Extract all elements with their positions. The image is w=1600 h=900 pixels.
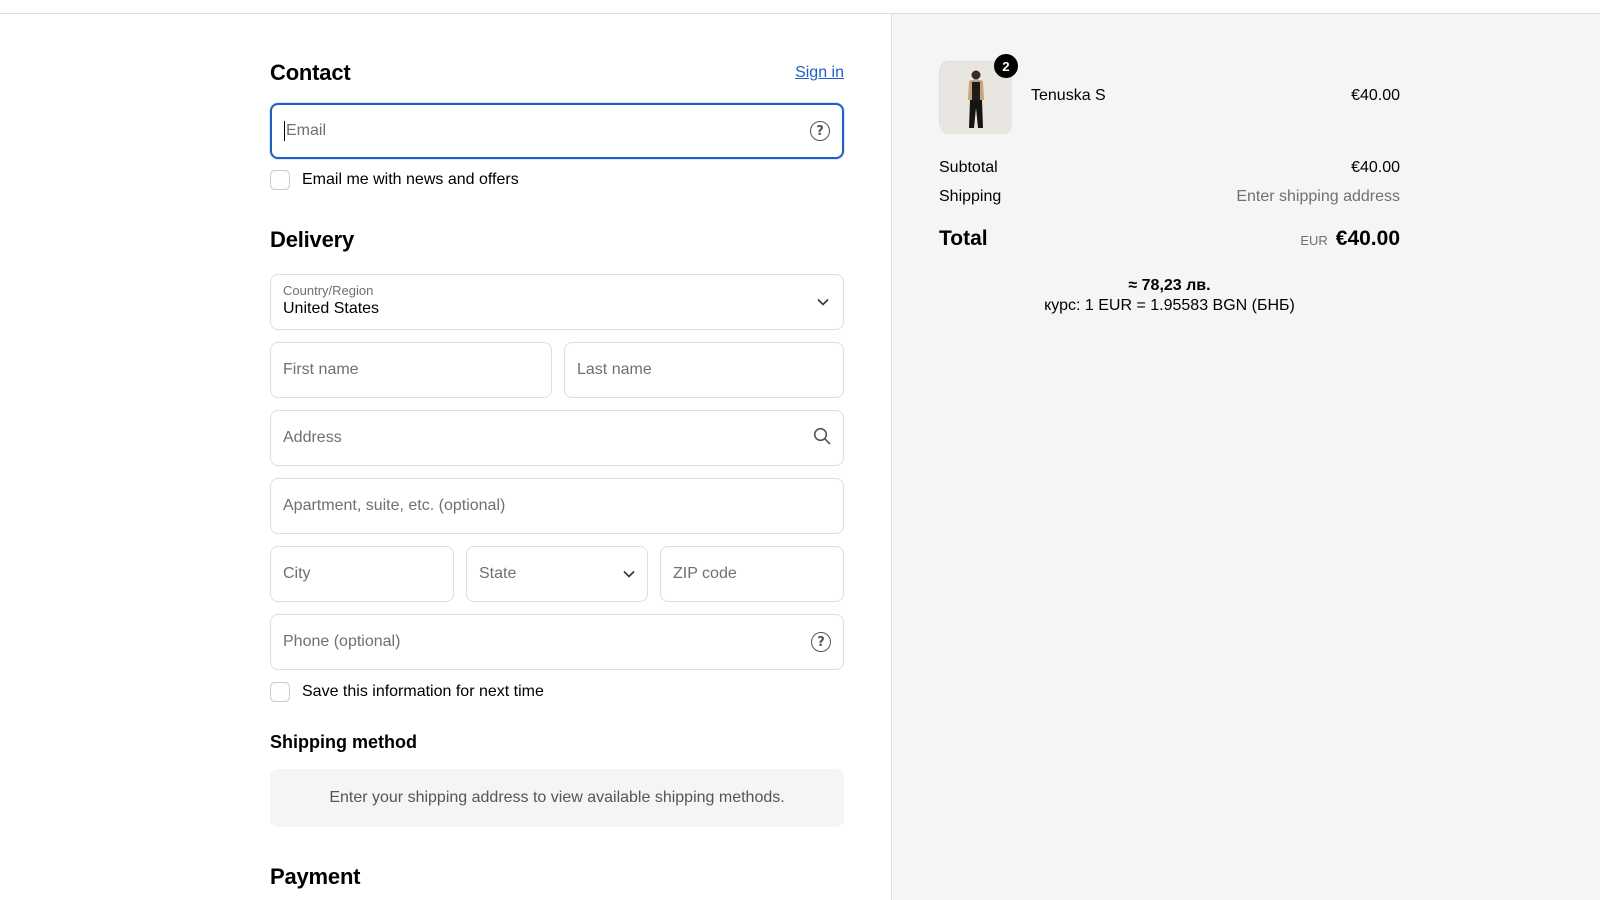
country-select[interactable]: Country/Region United States bbox=[270, 274, 844, 330]
last-name-field[interactable]: Last name bbox=[564, 342, 844, 398]
country-label: Country/Region bbox=[283, 283, 374, 298]
subtotal-label: Subtotal bbox=[939, 159, 998, 176]
save-info-checkbox[interactable] bbox=[270, 682, 290, 702]
city-field[interactable]: City bbox=[270, 546, 454, 602]
subtotal-value: €40.00 bbox=[1351, 159, 1400, 176]
shipping-method-notice: Enter your shipping address to view avai… bbox=[270, 769, 844, 827]
city-placeholder: City bbox=[283, 565, 311, 582]
newsletter-label: Email me with news and offers bbox=[302, 171, 519, 188]
save-info-checkbox-row[interactable]: Save this information for next time bbox=[270, 682, 544, 702]
shipping-value: Enter shipping address bbox=[1236, 188, 1400, 205]
zip-field[interactable]: ZIP code bbox=[660, 546, 844, 602]
quantity-badge: 2 bbox=[994, 54, 1018, 78]
first-name-placeholder: First name bbox=[283, 361, 359, 378]
country-value: United States bbox=[283, 300, 380, 317]
subtotal-row: Subtotal €40.00 bbox=[939, 159, 1400, 177]
delivery-title: Delivery bbox=[270, 227, 355, 252]
email-field[interactable]: Email ? bbox=[270, 103, 844, 159]
top-bar bbox=[0, 0, 1600, 14]
email-input[interactable]: Email bbox=[284, 121, 810, 141]
address-placeholder: Address bbox=[283, 429, 342, 446]
first-name-field[interactable]: First name bbox=[270, 342, 552, 398]
email-placeholder: Email bbox=[286, 122, 327, 140]
product-price: €40.00 bbox=[1351, 87, 1400, 104]
shipping-row: Shipping Enter shipping address bbox=[939, 188, 1400, 206]
exchange-rate: курс: 1 EUR = 1.95583 BGN (БНБ) bbox=[1044, 297, 1295, 314]
chevron-down-icon bbox=[817, 295, 829, 309]
total-label: Total bbox=[939, 227, 988, 250]
checkout-form-panel: Contact Sign in Email ? Email me with ne… bbox=[0, 14, 891, 900]
contact-header: Contact Sign in bbox=[270, 60, 844, 86]
save-info-label: Save this information for next time bbox=[302, 683, 544, 700]
phone-field[interactable]: Phone (optional) ? bbox=[270, 614, 844, 670]
shipping-method-notice-text: Enter your shipping address to view avai… bbox=[329, 789, 785, 806]
shipping-method-title: Shipping method bbox=[270, 732, 417, 752]
sign-in-link[interactable]: Sign in bbox=[795, 64, 844, 82]
address-field[interactable]: Address bbox=[270, 410, 844, 466]
contact-title: Contact bbox=[270, 60, 351, 85]
total-amount-group: EUR €40.00 bbox=[1300, 227, 1400, 251]
order-summary-panel: 2 Tenuska S €40.00 Subtotal €40.00 Shipp… bbox=[891, 14, 1600, 900]
newsletter-checkbox[interactable] bbox=[270, 170, 290, 190]
zip-placeholder: ZIP code bbox=[673, 565, 737, 582]
chevron-down-icon bbox=[623, 567, 635, 581]
currency-conversion: ≈ 78,23 лв. курс: 1 EUR = 1.95583 BGN (Б… bbox=[939, 277, 1400, 315]
product-thumbnail: 2 bbox=[939, 54, 1018, 134]
apartment-placeholder: Apartment, suite, etc. (optional) bbox=[283, 497, 506, 514]
approx-bgn: ≈ 78,23 лв. bbox=[1128, 277, 1211, 294]
state-placeholder: State bbox=[479, 565, 517, 582]
product-name: Tenuska S bbox=[1031, 87, 1106, 104]
help-circle-icon[interactable]: ? bbox=[811, 632, 831, 652]
phone-placeholder: Phone (optional) bbox=[283, 633, 401, 650]
apartment-field[interactable]: Apartment, suite, etc. (optional) bbox=[270, 478, 844, 534]
total-value: €40.00 bbox=[1335, 227, 1400, 250]
newsletter-checkbox-row[interactable]: Email me with news and offers bbox=[270, 170, 519, 190]
payment-title: Payment bbox=[270, 864, 361, 889]
search-icon[interactable] bbox=[813, 427, 831, 450]
shipping-label: Shipping bbox=[939, 188, 1002, 205]
help-circle-icon[interactable]: ? bbox=[810, 121, 830, 141]
total-row: Total EUR €40.00 bbox=[939, 227, 1400, 251]
total-currency: EUR bbox=[1300, 233, 1328, 248]
last-name-placeholder: Last name bbox=[577, 361, 652, 378]
state-select[interactable]: State bbox=[466, 546, 648, 602]
